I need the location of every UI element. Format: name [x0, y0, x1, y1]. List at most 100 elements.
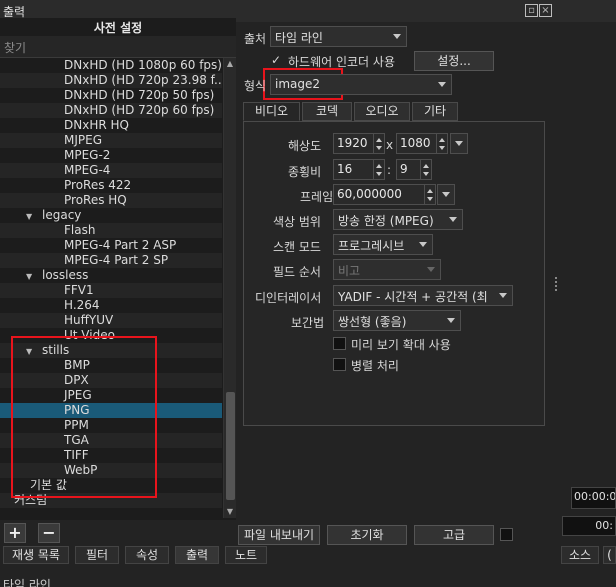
- deinterlacer-select[interactable]: YADIF - 시간적 + 공간적 (최: [333, 285, 513, 306]
- checkmark-icon[interactable]: ✓: [271, 53, 281, 67]
- height-input[interactable]: 1080: [396, 133, 438, 154]
- hw-encoder-label: 하드웨어 인코더 사용: [288, 55, 395, 69]
- tree-item-label: DNxHD (HD 720p 60 fps): [64, 103, 215, 117]
- export-file-button[interactable]: 파일 내보내기: [238, 525, 320, 545]
- presets-header: 사전 설정: [93, 21, 143, 35]
- expand-arrow-icon[interactable]: ▼: [26, 209, 36, 224]
- tree-item[interactable]: MPEG-4 Part 2 ASP: [0, 238, 222, 253]
- resolution-label: 해상도: [288, 139, 322, 153]
- advanced-checkbox[interactable]: [500, 528, 513, 541]
- highlight-stills: [11, 336, 157, 498]
- float-icon[interactable]: ▫: [525, 4, 538, 17]
- close-icon[interactable]: ×: [539, 4, 552, 17]
- tab-source[interactable]: 소스: [561, 546, 599, 564]
- width-stepper[interactable]: [373, 133, 385, 154]
- field-order-label: 필드 순서: [273, 265, 321, 279]
- expand-arrow-icon[interactable]: ▼: [26, 269, 36, 284]
- tab-playlist[interactable]: 재생 목록: [3, 546, 69, 564]
- tree-item-label: DNxHD (HD 1080p 60 fps): [64, 58, 222, 72]
- source-select[interactable]: 타임 라인: [270, 26, 407, 47]
- aspect-den-input[interactable]: 9: [396, 159, 422, 180]
- tree-item-label: MPEG-4 Part 2 ASP: [64, 238, 177, 252]
- timecode-bottom: 00:: [562, 516, 616, 536]
- hw-settings-button[interactable]: 설정...: [414, 51, 494, 71]
- advanced-button[interactable]: 고급: [414, 525, 494, 545]
- tree-item-label: ProRes HQ: [64, 193, 127, 207]
- preview-scale-label: 미리 보기 확대 사용: [351, 338, 451, 352]
- tree-item[interactable]: DNxHR HQ: [0, 118, 222, 133]
- format-select[interactable]: image2: [270, 74, 452, 95]
- format-label: 형식: [244, 79, 267, 93]
- tree-item[interactable]: MPEG-2: [0, 148, 222, 163]
- tab-audio[interactable]: 오디오: [354, 102, 410, 121]
- resolution-preset-select[interactable]: [450, 133, 468, 154]
- tree-item[interactable]: MPEG-4 Part 2 SP: [0, 253, 222, 268]
- fps-input[interactable]: 60,000000: [333, 184, 425, 205]
- interpolation-select[interactable]: 쌍선형 (좋음): [333, 310, 461, 331]
- deinterlacer-value: YADIF - 시간적 + 공간적 (최: [338, 290, 488, 304]
- chevron-down-icon: [438, 82, 446, 87]
- tree-item[interactable]: ProRes HQ: [0, 193, 222, 208]
- remove-preset-button[interactable]: −: [38, 523, 60, 543]
- scroll-down-icon[interactable]: ▼: [224, 506, 236, 518]
- add-preset-button[interactable]: +: [4, 523, 26, 543]
- parallel-checkbox[interactable]: [333, 358, 346, 371]
- chevron-down-icon: [419, 242, 427, 247]
- tree-item[interactable]: DNxHD (HD 720p 60 fps): [0, 103, 222, 118]
- tree-item[interactable]: Flash: [0, 223, 222, 238]
- tree-item[interactable]: MJPEG: [0, 133, 222, 148]
- scroll-up-icon[interactable]: ▲: [224, 58, 236, 70]
- deinterlacer-label: 디인터레이서: [255, 291, 322, 305]
- tab-properties[interactable]: 속성: [125, 546, 169, 564]
- tree-item-label: DNxHD (HD 720p 23.98 f...: [64, 73, 222, 87]
- scan-mode-value: 프로그레시브: [338, 239, 405, 253]
- splitter-handle[interactable]: [555, 277, 558, 297]
- tree-category[interactable]: ▼ legacy: [0, 208, 222, 223]
- resolution-x-label: x: [386, 138, 394, 152]
- source-label: 출처: [244, 32, 267, 46]
- field-order-select: 비고: [333, 259, 441, 280]
- format-value: image2: [275, 77, 321, 91]
- tree-item[interactable]: H.264: [0, 298, 222, 313]
- output-window: 출력 ▫ × 사전 설정 찾기 DNxHD (HD 1080p 60 fps) D…: [0, 0, 616, 587]
- tree-item-label: MPEG-4 Part 2 SP: [64, 253, 169, 267]
- aspect-den-stepper[interactable]: [420, 159, 432, 180]
- tree-item[interactable]: FFV1: [0, 283, 222, 298]
- aspect-num-stepper[interactable]: [373, 159, 385, 180]
- tab-codec[interactable]: 코덱: [302, 102, 352, 121]
- tab-filters[interactable]: 필터: [75, 546, 119, 564]
- preview-scale-checkbox[interactable]: [333, 337, 346, 350]
- tree-item-label: H.264: [64, 298, 100, 312]
- color-range-select[interactable]: 방송 한정 (MPEG): [333, 209, 463, 230]
- tab-video[interactable]: 비디오: [243, 102, 300, 121]
- tab-export[interactable]: 출력: [175, 546, 219, 564]
- timecode-top: 00:00:00: [571, 487, 616, 509]
- tree-item-label: Flash: [64, 223, 96, 237]
- tab-other[interactable]: 기타: [412, 102, 458, 121]
- interpolation-label: 보간법: [291, 316, 325, 330]
- source-value: 타임 라인: [275, 31, 323, 45]
- presets-search-input[interactable]: 찾기: [0, 36, 236, 58]
- reset-button[interactable]: 초기화: [327, 525, 407, 545]
- tree-item[interactable]: MPEG-4: [0, 163, 222, 178]
- height-stepper[interactable]: [436, 133, 448, 154]
- aspect-num-input[interactable]: 16: [333, 159, 375, 180]
- tab-notes[interactable]: 노트: [225, 546, 267, 564]
- tab-project[interactable]: (: [603, 546, 616, 564]
- fps-stepper[interactable]: [424, 184, 436, 205]
- tree-item[interactable]: DNxHD (HD 1080p 60 fps): [0, 58, 222, 73]
- tree-item[interactable]: DNxHD (HD 720p 23.98 f...: [0, 73, 222, 88]
- tree-item[interactable]: HuffYUV: [0, 313, 222, 328]
- scan-mode-select[interactable]: 프로그레시브: [333, 234, 433, 255]
- tree-item-label: FFV1: [64, 283, 94, 297]
- tree-item[interactable]: DNxHD (HD 720p 50 fps): [0, 88, 222, 103]
- fps-preset-select[interactable]: [437, 184, 455, 205]
- interpolation-value: 쌍선형 (좋음): [338, 315, 407, 329]
- scroll-thumb[interactable]: [226, 392, 235, 500]
- chevron-down-icon: [449, 217, 457, 222]
- width-input[interactable]: 1920: [333, 133, 375, 154]
- tree-item[interactable]: ProRes 422: [0, 178, 222, 193]
- tree-item-label: MPEG-2: [64, 148, 111, 162]
- tree-category[interactable]: ▼ lossless: [0, 268, 222, 283]
- presets-scrollbar[interactable]: ▲ ▼: [223, 58, 236, 518]
